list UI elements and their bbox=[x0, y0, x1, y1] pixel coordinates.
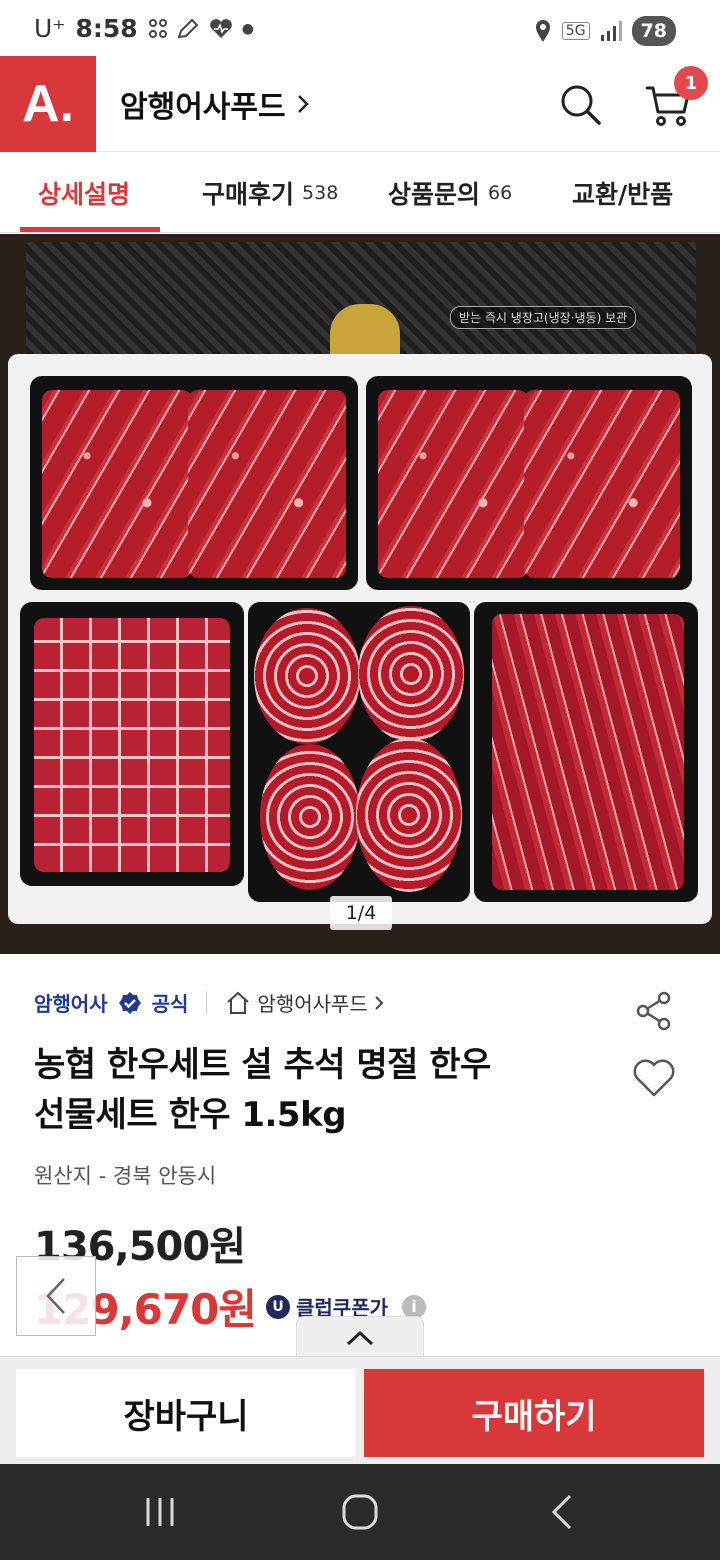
back-nav-icon[interactable] bbox=[540, 1492, 584, 1532]
status-left: U⁺ 8:58 ● bbox=[34, 14, 254, 43]
image-counter: 1/4 bbox=[330, 896, 392, 930]
tray-compartment bbox=[474, 602, 698, 902]
tab-details[interactable]: 상세설명 bbox=[38, 153, 130, 233]
seller-name[interactable]: 암행어사 bbox=[34, 988, 108, 1017]
tab-label: 상품문의 bbox=[388, 180, 481, 209]
tray-compartment bbox=[248, 602, 470, 902]
club-badge-icon: U bbox=[266, 1294, 290, 1319]
grid-notification-icon bbox=[148, 18, 167, 38]
notification-icons: ● bbox=[148, 18, 254, 40]
tab-label: 교환/반품 bbox=[572, 180, 674, 209]
tray-compartment bbox=[30, 376, 358, 590]
tab-label: 구매후기 bbox=[202, 180, 295, 209]
home-icon bbox=[227, 991, 250, 1014]
home-button-icon[interactable] bbox=[338, 1492, 382, 1532]
search-icon[interactable] bbox=[558, 82, 602, 126]
brand-store-link[interactable]: 암행어사푸드 bbox=[120, 82, 310, 126]
wishlist-heart-icon[interactable] bbox=[632, 1058, 676, 1098]
purchase-action-bar: 장바구니 구매하기 bbox=[0, 1356, 720, 1464]
ribeye-steak bbox=[524, 390, 680, 578]
back-button[interactable] bbox=[16, 1256, 96, 1336]
meat-tray bbox=[8, 354, 712, 924]
chevron-right-icon bbox=[375, 995, 384, 1010]
ribeye-steak bbox=[42, 390, 192, 578]
active-tab-indicator bbox=[20, 227, 160, 232]
status-time: 8:58 bbox=[75, 14, 138, 43]
expand-options-tab[interactable] bbox=[296, 1316, 424, 1358]
product-title-line: 농협 한우세트 설 추석 명절 한우 bbox=[34, 1045, 491, 1085]
cart-count-badge: 1 bbox=[674, 66, 708, 100]
divider bbox=[206, 990, 208, 1015]
more-notifications-dot: ● bbox=[241, 20, 254, 37]
ribeye-steak bbox=[188, 390, 346, 578]
carrier-label: U⁺ bbox=[34, 14, 66, 43]
system-nav-bar bbox=[0, 1464, 720, 1560]
status-bar: U⁺ 8:58 ● 5G 78 bbox=[0, 0, 720, 62]
app-header: A. 암행어사푸드 bbox=[0, 56, 720, 152]
store-link-label: 암행어사푸드 bbox=[257, 992, 368, 1016]
add-to-cart-button[interactable]: 장바구니 bbox=[16, 1369, 356, 1457]
recent-apps-icon[interactable] bbox=[138, 1492, 182, 1532]
rolled-beef bbox=[254, 608, 360, 744]
product-tabs: 상세설명 구매후기 538 상품문의 66 교환/반품 bbox=[0, 153, 720, 233]
status-right: 5G 78 bbox=[534, 16, 676, 46]
location-icon bbox=[535, 20, 550, 42]
product-image-gallery[interactable]: 받는 즉시 냉장고(냉장·냉동) 보관 1/4 bbox=[0, 234, 720, 954]
verified-badge-icon bbox=[118, 991, 141, 1014]
tray-compartment bbox=[20, 602, 244, 886]
rolled-beef bbox=[260, 744, 360, 890]
ribeye-steak bbox=[378, 390, 528, 578]
heart-pulse-notification-icon bbox=[209, 18, 232, 38]
package-storage-label: 받는 즉시 냉장고(냉장·냉동) 보관 bbox=[450, 306, 637, 329]
tab-reviews[interactable]: 구매후기 538 bbox=[202, 153, 338, 233]
info-icon[interactable]: i bbox=[402, 1294, 426, 1319]
product-title-line: 선물세트 한우 1.5kg bbox=[34, 1095, 347, 1135]
store-link[interactable]: 암행어사푸드 bbox=[225, 988, 384, 1017]
tab-inquiries[interactable]: 상품문의 66 bbox=[388, 153, 512, 233]
tab-label: 상세설명 bbox=[38, 180, 131, 209]
app-logo[interactable]: A. bbox=[0, 56, 96, 152]
rolled-beef bbox=[356, 738, 462, 892]
product-origin: 원산지 - 경북 안동시 bbox=[34, 1164, 217, 1188]
tab-exchange-return[interactable]: 교환/반품 bbox=[572, 153, 673, 233]
signal-icon bbox=[600, 21, 622, 41]
beef-cubes bbox=[34, 618, 230, 872]
official-label: 공식 bbox=[151, 992, 189, 1016]
chevron-up-icon bbox=[346, 1330, 374, 1345]
network-type-badge: 5G bbox=[561, 22, 590, 40]
tray-compartment bbox=[366, 376, 692, 590]
product-title: 농협 한우세트 설 추석 명절 한우 선물세트 한우 1.5kg bbox=[34, 1040, 614, 1140]
seller-row: 암행어사 공식 암행어사푸드 bbox=[34, 988, 384, 1017]
brand-name: 암행어사푸드 bbox=[120, 90, 286, 125]
review-count: 538 bbox=[302, 182, 339, 204]
buy-now-button[interactable]: 구매하기 bbox=[364, 1369, 704, 1457]
flank-steak bbox=[492, 614, 684, 890]
chevron-left-icon bbox=[46, 1278, 65, 1314]
share-icon[interactable] bbox=[634, 990, 674, 1032]
inquiry-count: 66 bbox=[488, 182, 513, 204]
pen-notification-icon bbox=[177, 18, 199, 38]
chevron-right-icon bbox=[297, 95, 309, 113]
battery-indicator: 78 bbox=[631, 16, 676, 46]
rolled-beef bbox=[358, 606, 464, 742]
